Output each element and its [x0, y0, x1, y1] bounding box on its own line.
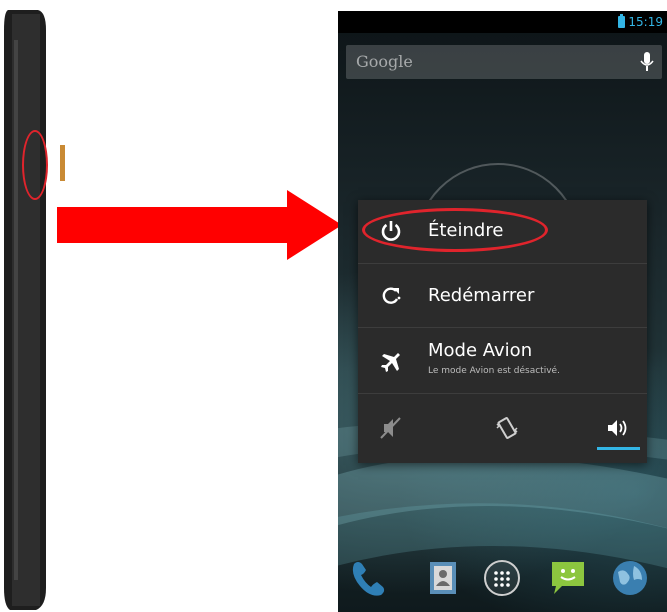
power-options-dialog: Éteindre Redémarrer Mode Avion Le mode A…	[358, 200, 647, 463]
power-icon	[381, 221, 401, 241]
sound-mode-selected-indicator	[597, 447, 640, 450]
home-dock	[338, 546, 667, 612]
vibrate-icon[interactable]	[494, 416, 520, 440]
sound-mode-selector	[358, 394, 647, 463]
airplane-mode-option[interactable]: Mode Avion Le mode Avion est désactivé.	[358, 328, 647, 394]
power-button-highlight	[22, 130, 48, 200]
restart-icon	[382, 287, 401, 304]
direction-arrow	[57, 190, 342, 260]
search-placeholder: Google	[356, 52, 413, 71]
power-off-label: Éteindre	[428, 220, 504, 241]
phone-side-view	[0, 10, 65, 610]
phone-icon[interactable]	[348, 558, 388, 598]
status-time: 15:19	[628, 15, 663, 29]
microphone-icon[interactable]	[640, 52, 654, 72]
browser-icon[interactable]	[610, 558, 650, 598]
side-button[interactable]	[60, 145, 65, 181]
google-search-bar[interactable]: Google	[346, 45, 662, 79]
airplane-mode-label: Mode Avion	[428, 340, 533, 361]
restart-label: Redémarrer	[428, 285, 535, 306]
airplane-mode-status: Le mode Avion est désactivé.	[428, 366, 560, 376]
restart-option[interactable]: Redémarrer	[358, 264, 647, 328]
power-off-option[interactable]: Éteindre	[358, 200, 647, 264]
mute-icon[interactable]	[378, 416, 404, 440]
messages-icon[interactable]	[548, 558, 588, 598]
airplane-icon	[381, 353, 400, 372]
contacts-icon[interactable]	[424, 558, 464, 598]
status-bar: 15:19	[338, 11, 667, 33]
phone-screen: 15:19 Google Éteindre Redémarrer Mode Av…	[338, 11, 667, 612]
volume-icon[interactable]	[604, 416, 630, 440]
battery-icon	[618, 14, 626, 28]
apps-icon[interactable]	[482, 558, 522, 598]
